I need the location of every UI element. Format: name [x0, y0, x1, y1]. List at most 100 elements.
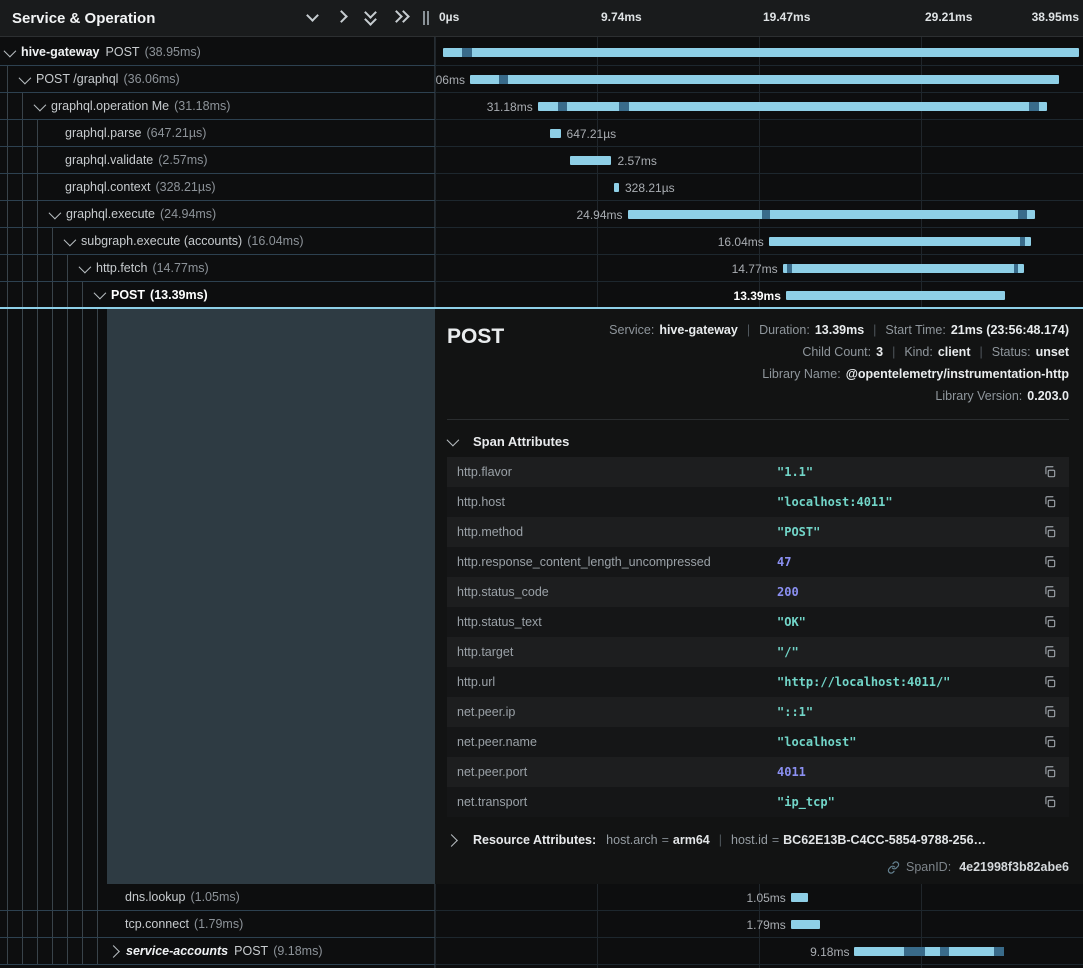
chevron-down-icon[interactable]	[64, 233, 77, 246]
span-bar[interactable]	[854, 947, 1004, 956]
chevron-down-icon[interactable]	[34, 98, 47, 111]
resource-attributes-row[interactable]: Resource Attributes: host.arch=arm64|hos…	[447, 833, 1069, 847]
span-tree-item[interactable]: subgraph.execute (accounts)(16.04ms)	[0, 228, 435, 255]
copy-attribute-button[interactable]	[1041, 673, 1059, 691]
link-icon[interactable]	[887, 861, 900, 874]
span-timeline-cell[interactable]: 14.77ms	[435, 255, 1083, 282]
span-row[interactable]: tcp.connect(1.79ms)1.79ms	[0, 911, 1083, 938]
copy-attribute-button[interactable]	[1041, 793, 1059, 811]
span-tree-item[interactable]: graphql.validate(2.57ms)	[0, 147, 435, 174]
span-bar[interactable]	[614, 183, 619, 192]
span-attributes-header[interactable]: Span Attributes	[447, 434, 1069, 449]
span-bar[interactable]	[783, 264, 1024, 273]
indent-guide	[37, 120, 38, 146]
span-timeline-cell[interactable]: 36.06ms	[435, 66, 1083, 93]
span-tree-item[interactable]: service-accountsPOST(9.18ms)	[0, 938, 435, 965]
span-tree-item[interactable]: graphql.context(328.21µs)	[0, 174, 435, 201]
span-row[interactable]: graphql.execute(24.94ms)24.94ms	[0, 201, 1083, 228]
copy-attribute-button[interactable]	[1041, 553, 1059, 571]
indent-guide	[37, 228, 38, 254]
span-bar[interactable]	[550, 129, 561, 138]
span-tree-item[interactable]: dns.lookup(1.05ms)	[0, 884, 435, 911]
span-timeline-cell[interactable]: 16.04ms	[435, 228, 1083, 255]
chevron-down-icon[interactable]	[19, 71, 32, 84]
indent-guide	[7, 93, 8, 119]
span-bar[interactable]	[570, 156, 612, 165]
span-bar[interactable]	[443, 48, 1079, 57]
operation-name: graphql.execute	[66, 207, 155, 221]
span-tree-item[interactable]: http.fetch(14.77ms)	[0, 255, 435, 282]
span-tree-item[interactable]: graphql.operation Me(31.18ms)	[0, 93, 435, 120]
attribute-row: net.peer.name"localhost"	[447, 727, 1069, 757]
span-timeline-cell[interactable]: 9.18ms	[435, 938, 1083, 965]
span-timeline-cell[interactable]: 1.05ms	[435, 884, 1083, 911]
span-bar[interactable]	[791, 893, 808, 902]
copy-attribute-button[interactable]	[1041, 733, 1059, 751]
span-timeline-cell[interactable]	[435, 39, 1083, 66]
span-timeline-cell[interactable]: 328.21µs	[435, 174, 1083, 201]
span-tree-item[interactable]: graphql.execute(24.94ms)	[0, 201, 435, 228]
span-timeline-cell[interactable]: 2.57ms	[435, 147, 1083, 174]
span-bar-segment	[940, 947, 949, 956]
copy-attribute-button[interactable]	[1041, 613, 1059, 631]
span-row[interactable]: graphql.context(328.21µs)328.21µs	[0, 174, 1083, 201]
chevron-down-icon[interactable]	[4, 44, 17, 57]
attribute-row: net.transport"ip_tcp"	[447, 787, 1069, 817]
indent-guide	[67, 938, 68, 964]
copy-attribute-button[interactable]	[1041, 493, 1059, 511]
span-row[interactable]: POST /graphql(36.06ms)36.06ms	[0, 66, 1083, 93]
meta-label: Kind:	[904, 345, 933, 359]
operation-name: POST	[111, 288, 145, 302]
indent-guide	[7, 938, 8, 964]
resource-equals: =	[658, 833, 673, 847]
meta-value: 0.203.0	[1027, 389, 1069, 403]
span-row[interactable]: hive-gatewayPOST(38.95ms)	[0, 39, 1083, 66]
span-row[interactable]: graphql.operation Me(31.18ms)31.18ms	[0, 93, 1083, 120]
span-tree-item[interactable]: hive-gatewayPOST(38.95ms)	[0, 39, 435, 66]
copy-attribute-button[interactable]	[1041, 703, 1059, 721]
span-bar[interactable]	[538, 102, 1047, 111]
span-bar[interactable]	[628, 210, 1035, 219]
copy-attribute-button[interactable]	[1041, 463, 1059, 481]
span-duration: (9.18ms)	[273, 944, 322, 958]
span-timeline-cell[interactable]: 13.39ms	[435, 282, 1083, 309]
double-chevron-right-icon[interactable]	[389, 6, 409, 26]
chevron-right-icon[interactable]	[331, 6, 351, 26]
double-chevron-down-icon[interactable]	[360, 6, 380, 26]
span-bar-segment	[904, 947, 925, 956]
indent-guide	[67, 255, 68, 281]
span-bar[interactable]	[769, 237, 1031, 246]
span-row[interactable]: POST(13.39ms)13.39ms	[0, 282, 1083, 309]
indent-guide	[22, 201, 23, 227]
span-timeline-cell[interactable]: 1.79ms	[435, 911, 1083, 938]
copy-attribute-button[interactable]	[1041, 643, 1059, 661]
span-timeline-cell[interactable]: 31.18ms	[435, 93, 1083, 120]
attribute-value: "1.1"	[777, 465, 1041, 479]
timeline-tick-label: 29.21ms	[925, 10, 972, 24]
span-row[interactable]: dns.lookup(1.05ms)1.05ms	[0, 884, 1083, 911]
copy-attribute-button[interactable]	[1041, 763, 1059, 781]
span-bar[interactable]	[470, 75, 1059, 84]
chevron-down-icon[interactable]	[302, 6, 322, 26]
span-row[interactable]: graphql.validate(2.57ms)2.57ms	[0, 147, 1083, 174]
chevron-down-icon[interactable]	[49, 206, 62, 219]
span-tree-item[interactable]: POST /graphql(36.06ms)	[0, 66, 435, 93]
chevron-down-icon[interactable]	[94, 287, 107, 300]
span-row[interactable]: http.fetch(14.77ms)14.77ms	[0, 255, 1083, 282]
copy-attribute-button[interactable]	[1041, 523, 1059, 541]
attribute-value: "POST"	[777, 525, 1041, 539]
span-bar[interactable]	[791, 920, 820, 929]
span-row[interactable]: subgraph.execute (accounts)(16.04ms)16.0…	[0, 228, 1083, 255]
span-row[interactable]: graphql.parse(647.21µs)647.21µs	[0, 120, 1083, 147]
span-bar[interactable]	[786, 291, 1005, 300]
chevron-down-icon[interactable]	[79, 260, 92, 273]
span-row[interactable]: service-accountsPOST(9.18ms)9.18ms	[0, 938, 1083, 965]
span-timeline-cell[interactable]: 647.21µs	[435, 120, 1083, 147]
span-tree-item[interactable]: POST(13.39ms)	[0, 282, 435, 309]
span-timeline-cell[interactable]: 24.94ms	[435, 201, 1083, 228]
copy-attribute-button[interactable]	[1041, 583, 1059, 601]
panel-resize-handle[interactable]	[423, 11, 429, 25]
span-tree-item[interactable]: tcp.connect(1.79ms)	[0, 911, 435, 938]
chevron-right-icon[interactable]	[107, 945, 120, 958]
span-tree-item[interactable]: graphql.parse(647.21µs)	[0, 120, 435, 147]
